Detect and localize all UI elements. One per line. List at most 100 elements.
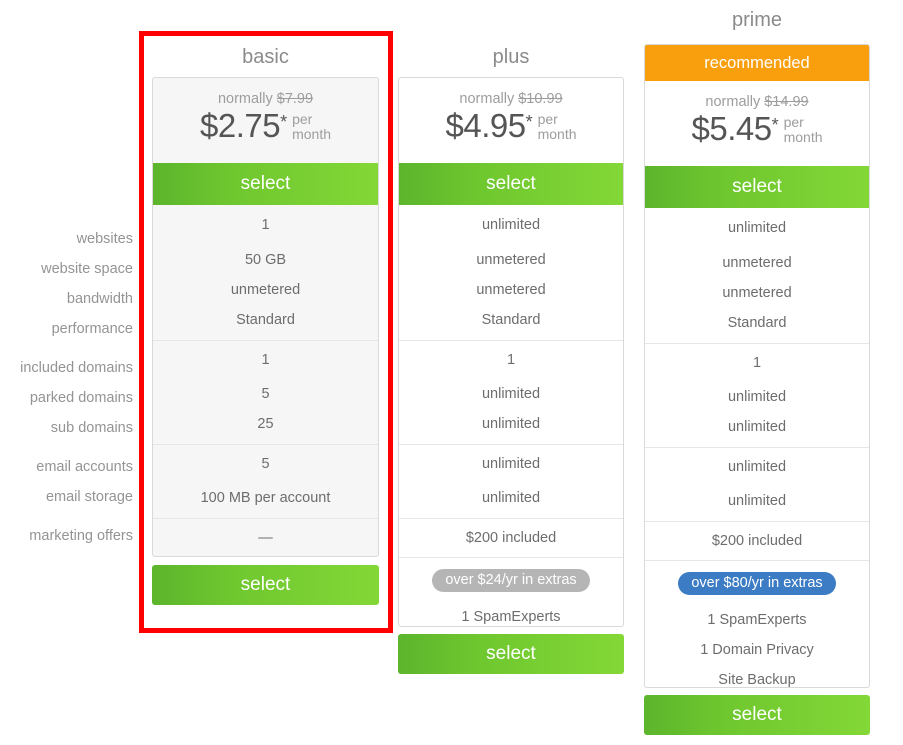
feature-group: unlimited unlimited (645, 448, 869, 522)
feature-value: $200 included (645, 522, 869, 560)
feature-group: — (153, 519, 378, 557)
select-button-bottom-prime[interactable]: select (644, 695, 870, 735)
price-period: permonth (292, 112, 331, 142)
price-box-plus: normally $10.99 $4.95*permonth (399, 78, 623, 163)
price-asterisk: * (772, 115, 779, 135)
feature-value: 50 GB (153, 245, 378, 275)
feature-label-performance: performance (0, 321, 133, 337)
feature-label-website-space: website space (0, 261, 133, 277)
feature-group: 5 100 MB per account (153, 445, 378, 519)
feature-label-parked-domains: parked domains (0, 390, 133, 406)
normally-price-basic: normally $7.99 (153, 91, 378, 108)
price-amount: $4.95 (445, 107, 525, 144)
price-box-basic: normally $7.99 $2.75*permonth (153, 78, 378, 163)
feature-label-column: websites website space bandwidth perform… (0, 0, 133, 745)
feature-value: unlimited (645, 486, 869, 521)
plan-title-plus: plus (398, 45, 624, 69)
normally-price-plus: normally $10.99 (399, 91, 623, 108)
price-period: permonth (784, 115, 823, 145)
price-period-line1: per (538, 111, 558, 127)
feature-value: $200 included (399, 519, 623, 557)
plan-title-basic: basic (152, 45, 379, 69)
normally-prefix: normally (218, 91, 273, 107)
feature-value: 1 (153, 341, 378, 379)
recommended-badge: recommended (645, 45, 869, 81)
price-amount: $5.45 (691, 110, 771, 147)
feature-group: $200 included (645, 522, 869, 561)
price-amount: $2.75 (200, 107, 280, 144)
plan-card-basic: normally $7.99 $2.75*permonth select 1 5… (152, 77, 379, 557)
price-period-line1: per (292, 111, 312, 127)
select-button-top-plus[interactable]: select (399, 163, 623, 205)
feature-value: 1 (399, 341, 623, 379)
extras-pill-row: over $24/yr in extras (399, 558, 623, 602)
price-period-line2: month (784, 129, 823, 145)
current-price-plus: $4.95*permonth (399, 109, 623, 142)
feature-value: unlimited (645, 448, 869, 486)
extras-group-prime: over $80/yr in extras 1 SpamExperts 1 Do… (645, 561, 869, 688)
extras-item: 1 SpamExperts (645, 605, 869, 635)
feature-value: unlimited (399, 409, 623, 444)
feature-value: unmetered (153, 275, 378, 305)
feature-group: 1 unlimited unlimited (645, 344, 869, 448)
feature-value: unmetered (645, 248, 869, 278)
price-asterisk: * (280, 112, 287, 132)
feature-group: unlimited unlimited (399, 445, 623, 519)
feature-value: 5 (153, 445, 378, 483)
price-period-line1: per (784, 114, 804, 130)
extras-item: 1 SpamExperts (399, 602, 623, 627)
feature-value: unlimited (645, 412, 869, 447)
price-period: permonth (538, 112, 577, 142)
extras-pill-plus[interactable]: over $24/yr in extras (432, 569, 589, 592)
feature-label-websites: websites (0, 231, 133, 247)
plan-card-prime: recommended normally $14.99 $5.45*permon… (644, 44, 870, 688)
select-button-top-basic[interactable]: select (153, 163, 378, 205)
original-price: $10.99 (518, 91, 562, 107)
feature-list-prime: unlimited unmetered unmetered Standard 1… (645, 208, 869, 688)
select-button-bottom-plus[interactable]: select (398, 634, 624, 674)
feature-group: 1 50 GB unmetered Standard (153, 205, 378, 341)
feature-list-plus: unlimited unmetered unmetered Standard 1… (399, 205, 623, 627)
feature-value: — (153, 519, 378, 557)
feature-list-basic: 1 50 GB unmetered Standard 1 5 25 5 100 … (153, 205, 378, 557)
feature-value: 25 (153, 409, 378, 444)
current-price-prime: $5.45*permonth (645, 112, 869, 145)
original-price: $7.99 (277, 91, 313, 107)
feature-label-email-accounts: email accounts (0, 459, 133, 475)
normally-prefix: normally (459, 91, 514, 107)
extras-pill-row: over $80/yr in extras (645, 561, 869, 605)
plan-column-basic: basic normally $7.99 $2.75*permonth sele… (152, 0, 379, 69)
feature-label-marketing-offers: marketing offers (0, 528, 133, 544)
feature-value: Standard (399, 305, 623, 340)
price-asterisk: * (526, 112, 533, 132)
normally-prefix: normally (705, 94, 760, 110)
price-period-line2: month (292, 126, 331, 142)
extras-pill-prime[interactable]: over $80/yr in extras (678, 572, 835, 595)
feature-value: unmetered (399, 245, 623, 275)
price-period-line2: month (538, 126, 577, 142)
extras-item: 1 Domain Privacy (645, 635, 869, 665)
feature-value: 5 (153, 379, 378, 409)
normally-price-prime: normally $14.99 (645, 94, 869, 111)
feature-value: unlimited (399, 483, 623, 518)
feature-label-sub-domains: sub domains (0, 420, 133, 436)
feature-value: unlimited (645, 382, 869, 412)
feature-value: 1 (153, 205, 378, 245)
current-price-basic: $2.75*permonth (153, 109, 378, 142)
feature-group: unlimited unmetered unmetered Standard (645, 208, 869, 344)
feature-value: unlimited (645, 208, 869, 248)
feature-value: Standard (645, 308, 869, 343)
feature-value: unlimited (399, 379, 623, 409)
plan-column-plus: plus normally $10.99 $4.95*permonth sele… (398, 0, 624, 69)
select-button-bottom-basic[interactable]: select (152, 565, 379, 605)
extras-item: Site Backup (645, 665, 869, 688)
select-button-top-prime[interactable]: select (645, 166, 869, 208)
feature-group: $200 included (399, 519, 623, 558)
plan-card-plus: normally $10.99 $4.95*permonth select un… (398, 77, 624, 627)
feature-group: unlimited unmetered unmetered Standard (399, 205, 623, 341)
feature-group: 1 5 25 (153, 341, 378, 445)
feature-value: Standard (153, 305, 378, 340)
feature-value: unlimited (399, 205, 623, 245)
feature-value: unmetered (399, 275, 623, 305)
plan-title-prime: prime (644, 8, 870, 32)
